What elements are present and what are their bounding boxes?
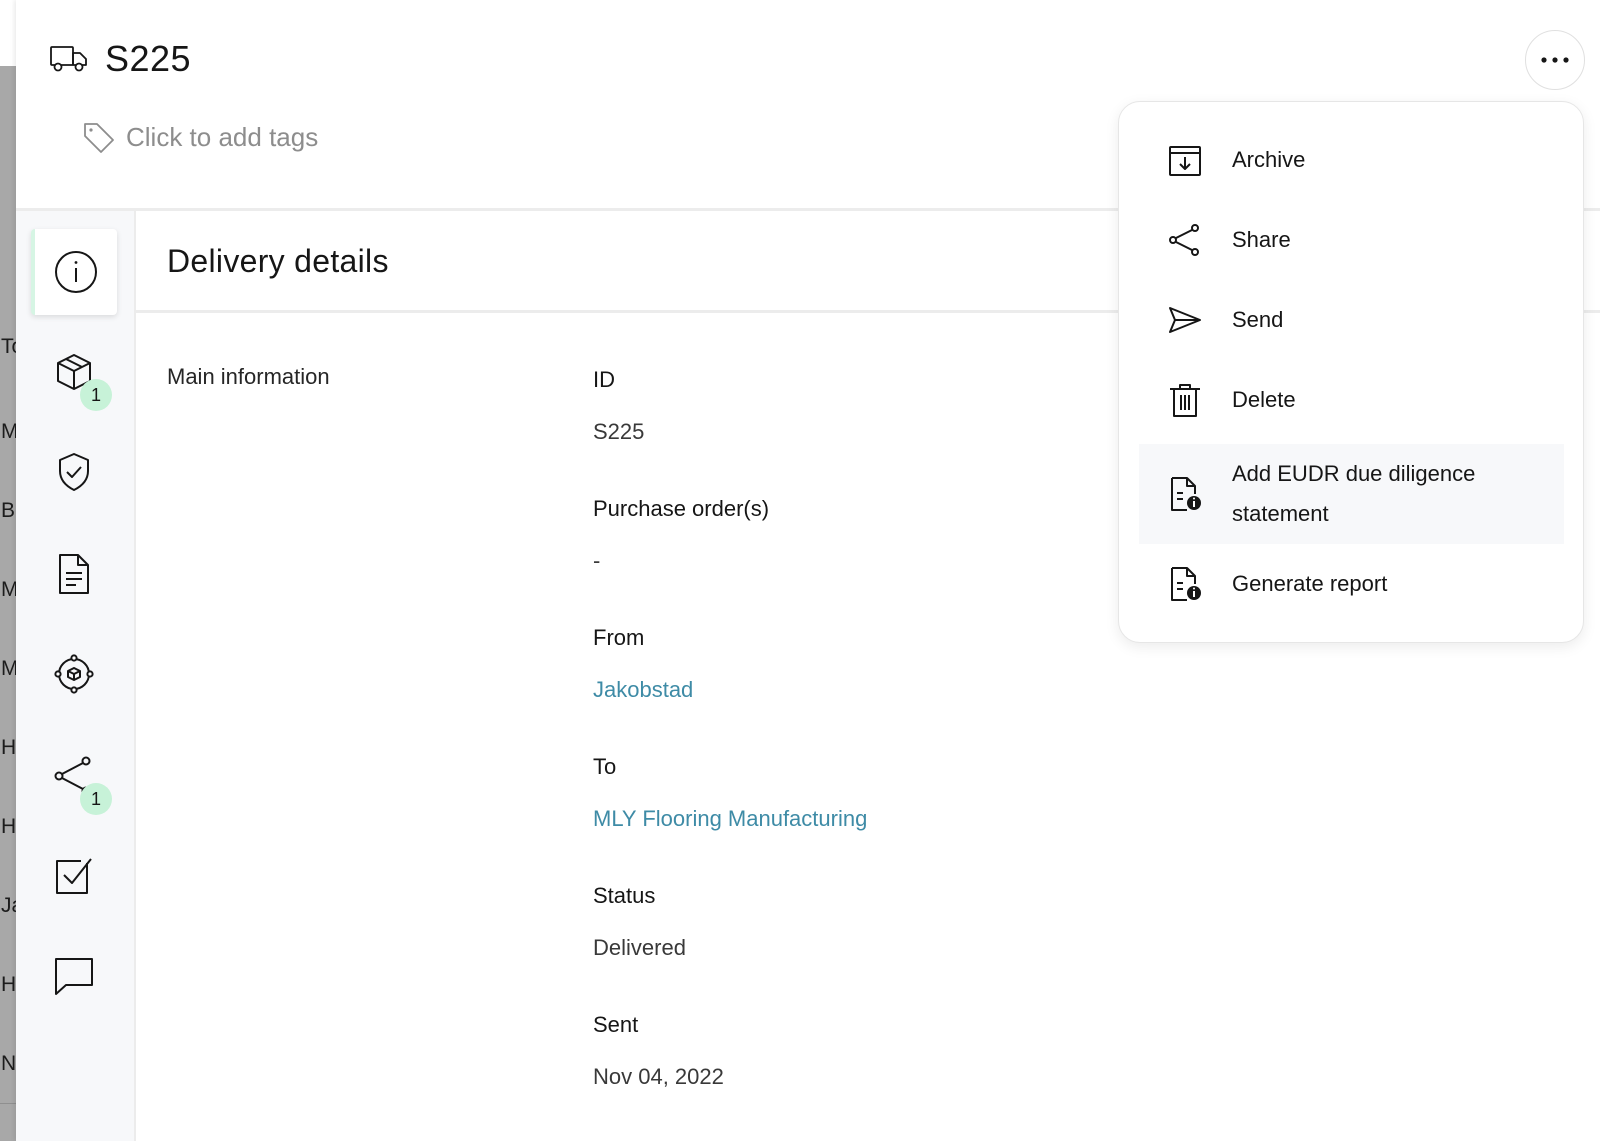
network-icon — [54, 654, 94, 694]
background-row[interactable]: H — [0, 945, 16, 1025]
field-value: - — [593, 548, 601, 573]
main-information-label: Main information — [167, 364, 330, 389]
trash-icon — [1170, 384, 1200, 417]
rail-item-documents[interactable] — [31, 531, 117, 617]
field-value: S225 — [593, 419, 645, 444]
archive-icon — [1169, 146, 1201, 176]
document-info-icon — [1171, 477, 1201, 511]
menu-item-send[interactable]: Send — [1139, 280, 1564, 360]
to-link[interactable]: MLY Flooring Manufacturing — [593, 806, 867, 832]
field-label: Status — [593, 883, 656, 908]
menu-item-delete[interactable]: Delete — [1139, 360, 1564, 440]
field-sent: Sent Nov 04, 2022 — [593, 1012, 724, 1089]
tags-placeholder: Click to add tags — [126, 121, 319, 152]
background-row[interactable]: B — [0, 471, 16, 551]
count-badge: 1 — [80, 783, 112, 815]
field-label: Sent — [593, 1012, 639, 1037]
more-options-button[interactable] — [1525, 30, 1585, 90]
field-label: ID — [593, 367, 615, 392]
more-options-menu: Archive Share Send Delete Add EUDR due d… — [1118, 101, 1584, 643]
count-badge: 1 — [80, 379, 112, 411]
rail-item-comments[interactable] — [31, 933, 117, 1019]
background-row[interactable]: N — [0, 1024, 16, 1104]
rail-item-tasks[interactable] — [31, 833, 117, 919]
background-row[interactable]: M — [0, 629, 16, 709]
field-id: ID S225 — [593, 367, 644, 444]
menu-item-generate-report[interactable]: Generate report — [1139, 544, 1564, 624]
rail-item-info[interactable] — [31, 229, 117, 315]
field-to: To MLY Flooring Manufacturing — [593, 754, 867, 831]
document-icon — [59, 554, 89, 594]
shield-check-icon — [59, 453, 89, 491]
send-icon — [1169, 307, 1201, 333]
comment-icon — [55, 958, 93, 995]
rail-item-packages[interactable]: 1 — [31, 329, 117, 415]
info-icon — [55, 251, 97, 293]
truck-icon — [50, 46, 87, 72]
menu-item-share[interactable]: Share — [1139, 200, 1564, 280]
field-label: To — [593, 754, 617, 779]
tag-icon — [84, 123, 114, 153]
field-label: Purchase order(s) — [593, 496, 770, 521]
field-value: Nov 04, 2022 — [593, 1064, 724, 1089]
background-row[interactable]: Ja — [0, 866, 16, 946]
rail-item-compliance[interactable] — [31, 429, 117, 515]
rail-item-shared[interactable]: 1 — [31, 733, 117, 819]
background-row[interactable]: H — [0, 708, 16, 788]
from-link[interactable]: Jakobstad — [593, 677, 693, 703]
background-list: To M B M M H H Ja H N — [0, 0, 16, 1141]
section-rail: 1 1 — [16, 211, 136, 1141]
field-status: Status Delivered — [593, 883, 686, 960]
background-row[interactable]: To — [0, 313, 16, 393]
background-row[interactable]: M — [0, 392, 16, 472]
field-label: From — [593, 625, 645, 650]
field-value: Delivered — [593, 935, 686, 960]
field-purchase-orders: Purchase order(s) - — [593, 496, 770, 573]
document-info-icon — [1171, 567, 1201, 601]
background-row[interactable]: M — [0, 550, 16, 630]
menu-item-add-eudr-statement[interactable]: Add EUDR due diligence statement — [1139, 444, 1564, 544]
share-icon — [1169, 224, 1199, 256]
background-row[interactable]: H — [0, 787, 16, 867]
overflow-menu-icon — [1541, 57, 1569, 63]
add-tags-button[interactable]: Click to add tags — [82, 117, 318, 157]
checkbox-icon — [56, 858, 92, 894]
section-title: Delivery details — [167, 243, 389, 279]
menu-item-archive[interactable]: Archive — [1139, 120, 1564, 200]
page-title: S225 — [105, 38, 192, 79]
rail-item-traceability[interactable] — [31, 631, 117, 717]
field-from: From Jakobstad — [593, 625, 693, 702]
